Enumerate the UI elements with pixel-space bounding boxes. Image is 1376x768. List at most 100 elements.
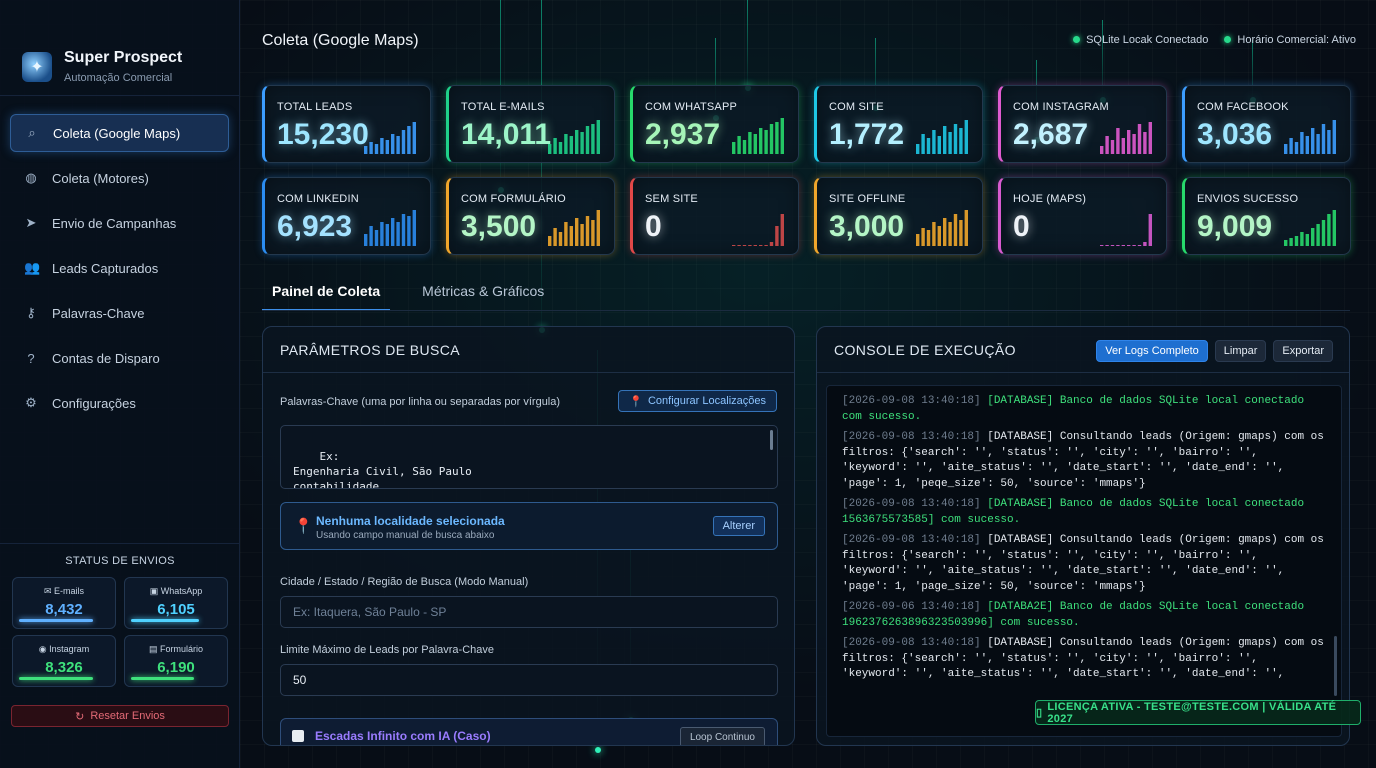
city-input[interactable]: Ex: Itaquera, São Paulo - SP (280, 596, 778, 628)
log-timestamp: [2026-09-06 13:40:18] (842, 601, 981, 613)
sparkline-bar (548, 144, 552, 154)
glow-dot (594, 747, 601, 753)
sparkline-bar (585, 126, 590, 154)
metric-card-value: 0 (645, 210, 662, 243)
sparkline-bar (1284, 240, 1288, 246)
status-card-label-text: WhatsApp (160, 586, 203, 596)
limit-input[interactable]: 50 (280, 664, 778, 696)
metric-card: COM INSTAGRAM 2,687 (998, 85, 1167, 163)
sparkline-bar (1132, 134, 1136, 154)
configure-locations-button[interactable]: 📍 Configurar Localizações (618, 390, 777, 412)
metric-card: COM FACEBOOK 3,036 (1182, 85, 1351, 163)
location-subtitle: Usando campo manual de busca abaixo (316, 530, 495, 541)
loop-continuo-button[interactable]: Loop Continuo (679, 727, 765, 745)
sparkline-bar (1148, 122, 1152, 154)
sparkline-bar (385, 224, 389, 246)
sparkline-bar (953, 124, 958, 154)
metric-card-value: 2,687 (1013, 118, 1089, 151)
infinite-scan-row: Escadas Infinito com IA (Caso) Loop Cont… (280, 718, 778, 745)
log-timestamp: [2026-09-08 13:40:18] (842, 395, 981, 407)
sparkline-bar (1143, 242, 1147, 246)
sidebar-item-7[interactable]: ⚙ Configurações (10, 384, 229, 422)
clear-button[interactable]: Limpar (1214, 340, 1267, 362)
status-envios: STATUS DE ENVIOS ✉ E-mails 8,432 ▣ WhatsAp… (0, 543, 240, 687)
sparkline-bar (1100, 245, 1104, 246)
sidebar-item-label: Coleta (Google Maps) (53, 125, 181, 141)
brand: ✦ Super Prospect Automação Comercial (0, 0, 239, 96)
sparkline-bar (369, 142, 373, 154)
sparkline-bar (1305, 136, 1309, 154)
sparkline-bar (553, 228, 557, 246)
sparkline-bar (748, 132, 752, 154)
sparkline-bar (764, 130, 768, 154)
log-line: [2026-09-08 13:40:18] [DATABASE] Consult… (842, 636, 1327, 683)
keywords-textarea[interactable]: Ex: Engenharia Civil, São Paulo contabil… (280, 425, 778, 489)
metric-card-value: 3,036 (1197, 118, 1273, 151)
search-icon: ⌕ (28, 125, 36, 140)
location-title: Nenhuma localidade selecionada (316, 514, 505, 528)
sparkline-bar (401, 214, 406, 246)
sidebar-item-4[interactable]: 👥 Leads Capturados (10, 249, 229, 287)
sparkline-bar (742, 140, 747, 154)
metric-card: COM WHATSAPP 2,937 (630, 85, 799, 163)
console-log[interactable]: [2026-09-08 13:40:18] [DATABASE] Banco d… (826, 385, 1342, 737)
tab-painel-coleta[interactable]: Painel de Coleta (262, 280, 391, 311)
sidebar-item-5[interactable]: ⚷ Palavras-Chave (10, 294, 229, 332)
sidebar-item-6[interactable]: ? Contas de Disparo (10, 339, 229, 377)
sparkline-bar (1316, 134, 1320, 154)
sidebar-item-1[interactable]: ⌕ Coleta (Google Maps) (10, 114, 229, 152)
users-icon: 👥 (24, 260, 41, 275)
sparkline-bar (1327, 130, 1331, 154)
status-card-progress (19, 619, 93, 622)
status-dot-icon (1073, 36, 1081, 43)
sparkline-bar (780, 214, 784, 246)
sparkline-bar (396, 136, 400, 154)
sparkline-bar (564, 222, 568, 246)
console-scrollbar[interactable] (1334, 636, 1337, 696)
sparkline-chart-icon (1284, 210, 1336, 246)
export-button[interactable]: Exportar (1273, 340, 1333, 362)
panel-title: PARÂMETROS DE BUSCA (263, 327, 794, 373)
sparkline-bar (558, 232, 563, 246)
gear-icon: ⚙ (25, 395, 37, 410)
reset-envios-button[interactable]: ↻ Resetar Envios (11, 705, 229, 727)
metric-card: HOJE (MAPS) 0 (998, 177, 1167, 255)
sparkline-bar (732, 142, 736, 154)
sparkline-bar (926, 230, 931, 246)
sparkline-bar (916, 234, 920, 246)
view-logs-button[interactable]: Ver Logs Completo (1096, 340, 1208, 362)
sparkline-bar (959, 220, 963, 246)
location-box: 📍 Nenhuma localidade selecionada Usando … (280, 502, 778, 550)
status-card-value: 8,432 (45, 601, 83, 618)
log-timestamp: [2026-09-08 13:40:18] (842, 431, 981, 443)
log-timestamp: [2026-09-08 13:40:18] (842, 637, 981, 649)
infinite-scan-checkbox[interactable] (292, 730, 304, 742)
sparkline-chart-icon (1284, 120, 1336, 154)
business-hours-label: Horário Comercial: Ativo (1237, 34, 1356, 46)
sparkline-bar (1294, 236, 1299, 246)
sparkline-chart-icon (916, 120, 968, 154)
sparkline-bar (748, 245, 752, 246)
sparkline-bar (1110, 245, 1115, 246)
sparkline-bar (937, 136, 941, 154)
textarea-scrollbar[interactable] (770, 430, 773, 450)
sparkline-bar (575, 130, 579, 154)
log-timestamp: [2026-09-08 13:40:18] (842, 534, 981, 546)
sparkline-bar (926, 138, 931, 154)
sidebar-item-2[interactable]: ◍ Coleta (Motores) (10, 159, 229, 197)
globe-icon: ◍ (25, 170, 37, 185)
keywords-value: Ex: Engenharia Civil, São Paulo contabil… (293, 450, 472, 489)
status-title: STATUS DE ENVIOS (65, 555, 175, 567)
metric-card: SEM SITE 0 (630, 177, 799, 255)
sparkline-bar (1311, 128, 1315, 154)
tab-metricas-graficos[interactable]: Métricas & Gráficos (412, 280, 554, 311)
sparkline-bar (401, 130, 406, 154)
status-card-value: 8,326 (45, 659, 83, 676)
sparkline-bar (596, 210, 600, 246)
alter-location-button[interactable]: Alterer (712, 516, 765, 536)
sidebar-item-3[interactable]: ➤ Envio de Campanhas (10, 204, 229, 242)
sparkline-bar (753, 245, 757, 246)
sparkline-bar (1110, 140, 1115, 154)
sparkline-bar (1143, 132, 1147, 154)
sparkline-bar (948, 222, 952, 246)
